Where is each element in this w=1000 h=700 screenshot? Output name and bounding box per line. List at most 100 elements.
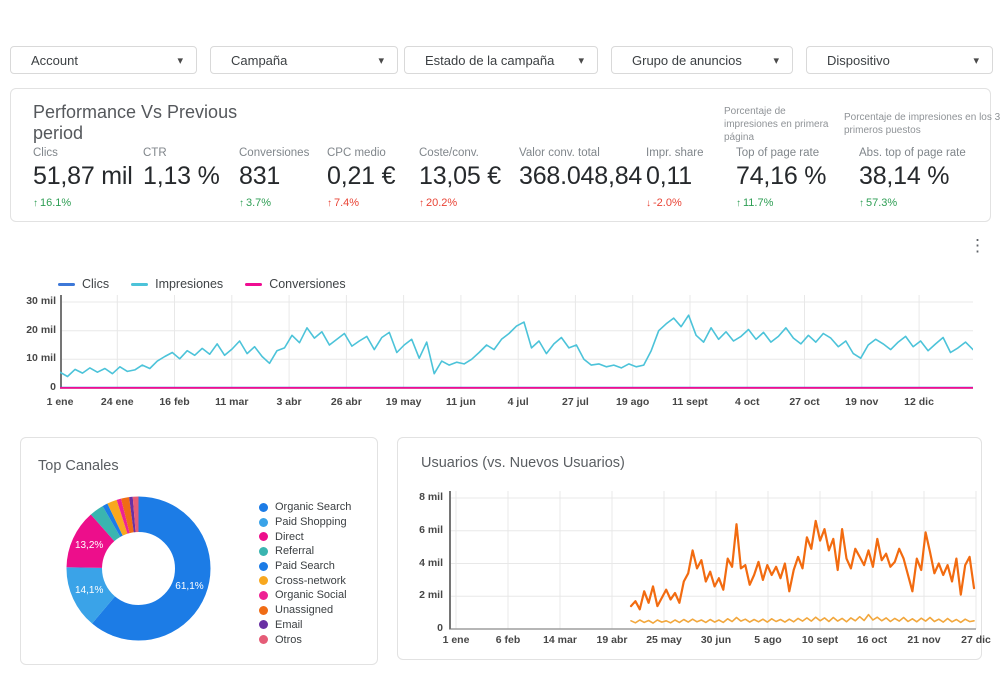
filter-estado-campana[interactable]: Estado de la campaña ▾ [404, 46, 598, 74]
legend-label: Impresiones [155, 277, 224, 291]
legend-chip-icon [259, 546, 268, 556]
y-axis-label: 0 [437, 622, 443, 634]
x-axis-label: 27 dic [961, 634, 991, 646]
y-axis-label: 8 mil [419, 491, 443, 503]
chevron-down-icon: ▾ [378, 54, 384, 67]
channel-legend-label: Organic Search [275, 501, 352, 514]
top-canales-title: Top Canales [38, 458, 119, 474]
metric-impr-share: Impr. share 0,11 ↓ -2.0% [646, 147, 704, 209]
channel-legend-label: Organic Social [275, 589, 347, 602]
metric-label: Impr. share [646, 147, 704, 159]
legend-item-conversiones: Conversiones [245, 277, 346, 291]
metric-abs-top-of-page-rate: Abs. top of page rate 38,14 % ↑ 57.3% [859, 147, 966, 209]
filter-account[interactable]: Account ▾ [10, 46, 197, 74]
channel-legend-label: Otros [275, 633, 302, 646]
metric-label: Clics [33, 147, 58, 159]
x-axis-label: 25 may [646, 634, 682, 646]
metric-delta: ↑ 16.1% [33, 197, 72, 209]
legend-chip-icon [259, 532, 268, 542]
filter-dispositivo-label: Dispositivo [827, 52, 890, 68]
y-axis-label: 4 mil [419, 556, 443, 569]
donut-slice-label: 61,1% [175, 581, 204, 593]
donut-slice-label: 13,2% [74, 540, 104, 552]
x-axis-label: 26 abr [330, 396, 362, 408]
channel-legend-item: Unassigned [259, 603, 351, 618]
legend-label: Conversiones [269, 277, 346, 291]
metric-value: 831 [239, 162, 281, 190]
donut-chart[interactable]: 61,1% 14,1% 13,2% [61, 491, 216, 646]
metric-label: CTR [143, 147, 167, 159]
chevron-down-icon: ▾ [578, 54, 584, 67]
channel-legend-label: Unassigned [275, 604, 334, 617]
metric-label: Coste/conv. [419, 147, 479, 159]
donut-legend: Organic Search Paid Shopping Direct Referra… [259, 500, 351, 647]
x-axis-label: 10 sept [801, 634, 839, 646]
x-axis-label: 4 oct [734, 396, 760, 408]
filter-grupo-anuncios[interactable]: Grupo de anuncios ▾ [611, 46, 793, 74]
trend-arrow-icon: ↑ [239, 198, 244, 209]
channel-legend-item: Paid Search [259, 559, 351, 574]
trend-arrow-icon: ↑ [419, 198, 424, 209]
metric-delta [143, 197, 220, 209]
metric-cpc-medio: CPC medio 0,21 € ↑ 7.4% [327, 147, 396, 209]
metric-value: 13,05 € [419, 162, 502, 190]
legend-dash-clics-icon [58, 282, 75, 286]
metric-delta: ↑ 3.7% [239, 197, 272, 209]
legend-dash-conversiones-icon [245, 282, 263, 286]
metric-delta: ↓ -2.0% [646, 197, 682, 209]
metric-overline-top-of-page: Porcentaje de impresiones en primera pág… [724, 106, 829, 143]
channel-legend-item: Organic Search [259, 500, 351, 515]
metric-label: Abs. top of page rate [859, 147, 966, 159]
metric-ctr: CTR 1,13 % [143, 147, 220, 209]
x-axis-label: 12 dic [904, 396, 934, 408]
y-axis-label: 20 mil [26, 323, 56, 336]
metric-delta: ↑ 20.2% [419, 197, 458, 209]
filter-dispositivo[interactable]: Dispositivo ▾ [806, 46, 993, 74]
legend-chip-icon [259, 635, 268, 645]
metric-clics: Clics 51,87 mil ↑ 16.1% [33, 147, 133, 209]
legend-chip-icon [259, 517, 268, 527]
x-axis-label: 5 ago [754, 634, 782, 646]
top-canales-card: Top Canales 61,1% 14,1% 13,2% Organic Sear… [20, 437, 378, 665]
filter-campana[interactable]: Campaña ▾ [210, 46, 398, 74]
metric-value: 38,14 % [859, 162, 950, 190]
y-axis-label: 10 mil [26, 352, 56, 365]
x-axis-label: 6 feb [495, 634, 521, 646]
metric-delta: ↑ 11.7% [736, 197, 774, 209]
metric-value: 51,87 mil [33, 162, 133, 190]
legend-chip-icon [259, 620, 268, 630]
kebab-menu-icon[interactable]: ⋮ [969, 236, 986, 256]
usuarios-plot[interactable] [449, 491, 979, 637]
x-axis-label: 27 jul [561, 396, 589, 408]
filter-account-label: Account [31, 52, 78, 68]
timeseries-plot[interactable] [60, 295, 973, 392]
y-axis-label: 30 mil [26, 295, 56, 307]
x-axis-label: 24 ene [100, 396, 134, 408]
channel-legend-item: Organic Social [259, 588, 351, 603]
x-axis-label: 1 ene [46, 396, 74, 408]
donut-slice-label: 14,1% [75, 585, 104, 597]
usuarios-card: Usuarios (vs. Nuevos Usuarios) 0 2 mil 4 m… [397, 437, 991, 660]
x-axis-label: 19 abr [596, 634, 628, 646]
legend-item-impresiones: Impresiones [131, 277, 223, 291]
legend-chip-icon [259, 605, 268, 615]
x-axis-label: 4 jul [507, 396, 529, 408]
channel-legend-item: Email [259, 618, 351, 633]
legend-chip-icon [259, 590, 268, 600]
legend-chip-icon [259, 561, 268, 571]
usuarios-title: Usuarios (vs. Nuevos Usuarios) [421, 455, 625, 471]
y-axis-label: 2 mil [419, 589, 443, 602]
metric-delta [519, 197, 642, 209]
metric-conversiones: Conversiones 831 ↑ 3.7% [239, 147, 309, 209]
trend-arrow-icon: ↓ [646, 198, 651, 209]
metric-delta: ↑ 57.3% [859, 197, 898, 209]
x-axis-label: 11 jun [445, 396, 476, 408]
chevron-down-icon: ▾ [773, 54, 779, 67]
trend-arrow-icon: ↑ [859, 198, 864, 209]
filter-campana-label: Campaña [231, 52, 288, 68]
metric-label: CPC medio [327, 147, 386, 159]
x-axis-label: 3 abr [276, 396, 302, 408]
metric-value: 368.048,84 [519, 162, 643, 190]
x-axis-label: 21 nov [907, 634, 941, 646]
legend-label: Clics [82, 277, 110, 291]
